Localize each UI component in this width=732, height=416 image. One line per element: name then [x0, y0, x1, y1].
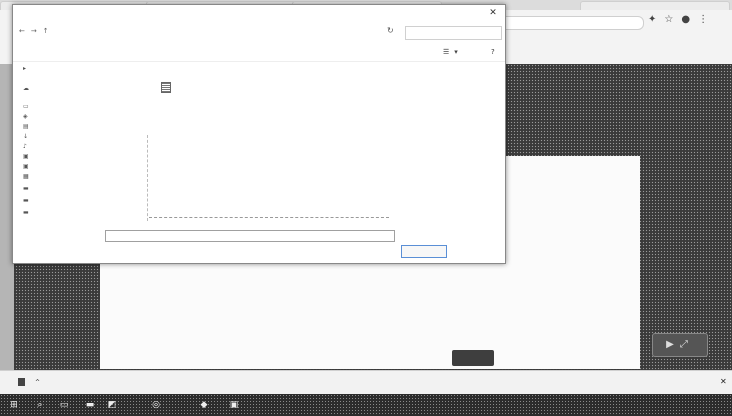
close-icon[interactable]: ✕: [720, 377, 727, 386]
browser-tab[interactable]: [580, 1, 730, 10]
dialog-titlebar[interactable]: ✕: [13, 5, 505, 21]
nav-item[interactable]: ▬: [23, 197, 33, 204]
nav-item[interactable]: ☁: [23, 85, 33, 92]
file-explorer-icon[interactable]: ▬: [84, 399, 96, 411]
nav-item[interactable]: ↓: [23, 133, 33, 140]
taskbar: ⊞ ⌕ ▭ ▬ ◩ ◎ ◆ ▣: [0, 394, 732, 416]
menu-icon[interactable]: ⋮: [698, 14, 716, 25]
picture-icon: ▣: [23, 163, 29, 170]
cancel-button[interactable]: [459, 245, 499, 256]
drive-icon: ▬: [23, 209, 29, 216]
nav-item[interactable]: ▤: [23, 123, 33, 130]
music-icon: ♪: [23, 143, 27, 150]
extensions-icon[interactable]: ✦: [648, 14, 664, 25]
expand-icon[interactable]: ⤢: [680, 339, 694, 350]
download-icon: ↓: [23, 133, 29, 140]
view-options: ☰▾: [443, 48, 463, 56]
refresh-icon[interactable]: ↻: [387, 26, 394, 35]
drive-icon: ▬: [23, 197, 29, 204]
drive-icon: ▬: [23, 185, 29, 192]
nav-pane-scrollbar[interactable]: [147, 135, 154, 221]
horizontal-scrollbar[interactable]: [149, 217, 389, 222]
search-input[interactable]: [405, 26, 502, 40]
browser-actions: ✦☆●⋮: [648, 14, 716, 25]
breadcrumb[interactable]: [75, 26, 375, 38]
folder-icon: ▸: [23, 65, 27, 72]
nav-item[interactable]: ▣: [23, 153, 33, 160]
app-icon[interactable]: ▣: [228, 399, 240, 411]
nav-item[interactable]: ▬: [23, 209, 33, 216]
computer-icon: ▭: [23, 103, 29, 110]
picture-icon: ▣: [23, 153, 29, 160]
up-icon[interactable]: ↑: [43, 27, 55, 35]
play-icon[interactable]: ▶: [666, 339, 680, 350]
cube-icon: ◈: [23, 113, 28, 120]
video-icon: ▦: [23, 173, 29, 180]
dialog-toolbar: ☰▾ ?: [13, 45, 505, 62]
nav-item[interactable]: ▦: [23, 173, 33, 180]
star-icon[interactable]: ☆: [664, 14, 681, 25]
file-row[interactable]: [161, 81, 501, 93]
dropdown-icon[interactable]: ▾: [454, 48, 463, 56]
filename-input[interactable]: [105, 230, 395, 242]
back-icon[interactable]: ←: [19, 27, 31, 35]
nav-item[interactable]: ▬: [23, 185, 33, 192]
navigation-pane: ▸ ☁ ▭ ◈ ▤ ↓ ♪ ▣ ▣ ▦ ▬ ▬ ▬: [21, 63, 149, 223]
nav-item[interactable]: ▸: [23, 65, 33, 72]
download-item[interactable]: ^: [18, 378, 40, 386]
chevron-up-icon[interactable]: ^: [35, 379, 40, 386]
save-button[interactable]: [401, 245, 447, 258]
profile-icon[interactable]: ●: [681, 14, 698, 25]
nav-item[interactable]: ▣: [23, 163, 33, 170]
forward-icon[interactable]: →: [31, 27, 43, 35]
store-icon[interactable]: ◩: [106, 399, 118, 411]
nav-item[interactable]: ◈: [23, 113, 33, 120]
file-icon: [161, 82, 171, 93]
nav-arrows: ←→↑: [19, 27, 55, 35]
dialog-navbar: ←→↑ ↻: [13, 23, 505, 41]
close-icon[interactable]: ✕: [485, 6, 501, 20]
search-icon[interactable]: ⌕: [34, 399, 46, 411]
nav-item[interactable]: ♪: [23, 143, 33, 150]
file-icon: [18, 378, 25, 386]
web-dialog-button[interactable]: [452, 350, 494, 366]
help-icon[interactable]: ?: [491, 48, 495, 56]
chrome-icon[interactable]: ◎: [150, 399, 162, 411]
document-icon: ▤: [23, 123, 29, 130]
file-list: [161, 63, 501, 223]
task-view-icon[interactable]: ▭: [58, 399, 70, 411]
media-controls[interactable]: ▶⤢: [652, 333, 708, 357]
download-shelf: ^ ✕: [0, 370, 732, 395]
windows-start-icon[interactable]: ⊞: [8, 399, 20, 411]
app-icon[interactable]: ◆: [198, 399, 210, 411]
nav-item[interactable]: ▭: [23, 103, 33, 110]
view-icon[interactable]: ☰: [443, 48, 454, 56]
column-headers: [161, 63, 501, 75]
save-as-dialog: ✕ ←→↑ ↻ ☰▾ ? ▸ ☁ ▭ ◈ ▤ ↓ ♪ ▣ ▣ ▦ ▬ ▬ ▬: [12, 4, 506, 264]
cloud-icon: ☁: [23, 85, 29, 92]
